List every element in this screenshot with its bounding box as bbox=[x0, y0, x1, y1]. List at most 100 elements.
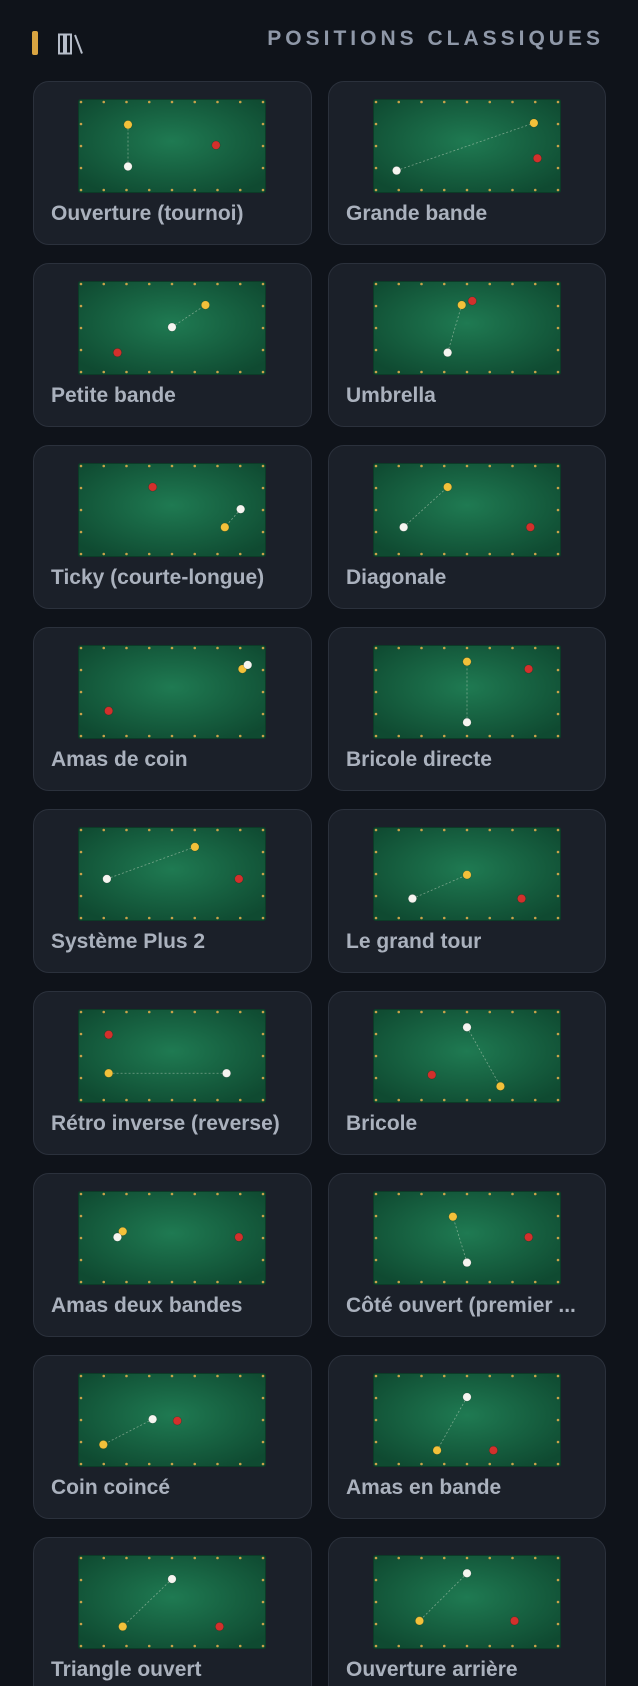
diamond-marker bbox=[556, 144, 560, 148]
position-card[interactable]: Ouverture (tournoi) bbox=[33, 81, 312, 245]
red-ball bbox=[104, 706, 114, 716]
diamond-marker bbox=[488, 282, 492, 286]
diamond-marker bbox=[238, 1098, 242, 1102]
diamond-marker bbox=[465, 1010, 469, 1014]
billiard-table-diagram bbox=[373, 645, 561, 739]
diamond-marker bbox=[420, 464, 423, 468]
diamond-marker bbox=[261, 646, 265, 650]
position-card[interactable]: Système Plus 2 bbox=[33, 809, 312, 973]
diamond-marker bbox=[397, 1098, 401, 1102]
diamond-marker bbox=[420, 646, 423, 650]
diamond-marker bbox=[556, 1280, 560, 1284]
diamond-marker bbox=[374, 486, 378, 490]
position-label: Bricole bbox=[346, 1112, 418, 1135]
diamond-marker bbox=[147, 1280, 151, 1284]
position-card[interactable]: Amas de coin bbox=[33, 627, 312, 791]
yellow-ball bbox=[104, 1068, 114, 1078]
diamond-marker bbox=[79, 122, 83, 126]
diamond-marker bbox=[102, 188, 106, 192]
diamond-marker bbox=[102, 1010, 106, 1014]
position-card[interactable]: Grande bande bbox=[328, 81, 606, 245]
position-card[interactable]: Bricole bbox=[328, 991, 606, 1155]
diamond-marker bbox=[79, 1644, 83, 1648]
diamond-marker bbox=[374, 122, 378, 126]
diamond-marker bbox=[79, 1418, 83, 1422]
diamond-marker bbox=[511, 734, 514, 738]
diamond-marker bbox=[442, 1192, 446, 1196]
diamond-marker bbox=[216, 370, 219, 374]
diamond-marker bbox=[488, 1556, 492, 1560]
position-card[interactable]: Ouverture arrière bbox=[328, 1537, 606, 1686]
diamond-marker bbox=[79, 1440, 83, 1444]
diamond-marker bbox=[374, 188, 378, 192]
diamond-marker bbox=[556, 1258, 560, 1262]
red-ball bbox=[488, 1445, 498, 1455]
position-label: Amas de coin bbox=[51, 748, 188, 771]
diamond-marker bbox=[125, 1280, 128, 1284]
position-card[interactable]: Coin coincé bbox=[33, 1355, 312, 1519]
diamond-marker bbox=[556, 1032, 560, 1036]
diamond-marker bbox=[533, 1374, 537, 1378]
diamond-marker bbox=[79, 166, 83, 170]
diamond-marker bbox=[79, 508, 83, 512]
position-card[interactable]: Bricole directe bbox=[328, 627, 606, 791]
diamond-marker bbox=[261, 1600, 265, 1604]
diamond-marker bbox=[261, 552, 265, 556]
diamond-marker bbox=[420, 1098, 423, 1102]
diamond-marker bbox=[147, 282, 151, 286]
diamond-marker bbox=[511, 1098, 514, 1102]
diamond-marker bbox=[261, 1076, 265, 1080]
diamond-marker bbox=[79, 872, 83, 876]
library-icon[interactable] bbox=[58, 33, 84, 55]
position-card[interactable]: Ticky (courte-longue) bbox=[33, 445, 312, 609]
diamond-marker bbox=[170, 1098, 174, 1102]
position-card[interactable]: Le grand tour bbox=[328, 809, 606, 973]
diamond-marker bbox=[442, 1374, 446, 1378]
diamond-marker bbox=[102, 370, 106, 374]
billiard-table-diagram bbox=[78, 1191, 266, 1285]
diamond-marker bbox=[397, 282, 401, 286]
diamond-marker bbox=[511, 188, 514, 192]
diamond-marker bbox=[442, 552, 446, 556]
diamond-marker bbox=[397, 552, 401, 556]
position-card[interactable]: Petite bande bbox=[33, 263, 312, 427]
diamond-marker bbox=[79, 464, 83, 468]
position-card[interactable]: Rétro inverse (reverse) bbox=[33, 991, 312, 1155]
diamond-marker bbox=[374, 916, 378, 920]
billiard-table-diagram bbox=[373, 99, 561, 193]
yellow-ball bbox=[448, 1212, 458, 1222]
diamond-marker bbox=[374, 508, 378, 512]
billiard-table-diagram bbox=[373, 1555, 561, 1649]
position-card[interactable]: Umbrella bbox=[328, 263, 606, 427]
diamond-marker bbox=[102, 1556, 106, 1560]
white-ball bbox=[167, 1574, 177, 1584]
diamond-marker bbox=[442, 1010, 446, 1014]
diamond-marker bbox=[442, 100, 446, 104]
diamond-marker bbox=[397, 370, 401, 374]
diamond-marker bbox=[261, 712, 265, 716]
diamond-marker bbox=[193, 916, 197, 920]
diamond-marker bbox=[125, 1010, 128, 1014]
diamond-marker bbox=[125, 734, 128, 738]
diamond-marker bbox=[511, 916, 514, 920]
position-card[interactable]: Côté ouvert (premier ... bbox=[328, 1173, 606, 1337]
header: POSITIONS CLASSIQUES bbox=[0, 0, 638, 80]
white-ball bbox=[222, 1068, 232, 1078]
diamond-marker bbox=[147, 646, 151, 650]
position-card[interactable]: Triangle ouvert bbox=[33, 1537, 312, 1686]
diamond-marker bbox=[216, 1280, 219, 1284]
yellow-ball bbox=[190, 842, 200, 852]
diamond-marker bbox=[374, 1032, 378, 1036]
position-card[interactable]: Amas deux bandes bbox=[33, 1173, 312, 1337]
yellow-ball bbox=[98, 1440, 108, 1450]
position-label: Ticky (courte-longue) bbox=[51, 566, 265, 589]
diamond-marker bbox=[79, 916, 83, 920]
diamond-marker bbox=[79, 712, 83, 716]
diamond-marker bbox=[556, 486, 560, 490]
diamond-marker bbox=[147, 1374, 151, 1378]
diamond-marker bbox=[374, 1440, 378, 1444]
diamond-marker bbox=[147, 1644, 151, 1648]
white-ball bbox=[462, 1258, 472, 1268]
position-card[interactable]: Amas en bande bbox=[328, 1355, 606, 1519]
position-card[interactable]: Diagonale bbox=[328, 445, 606, 609]
